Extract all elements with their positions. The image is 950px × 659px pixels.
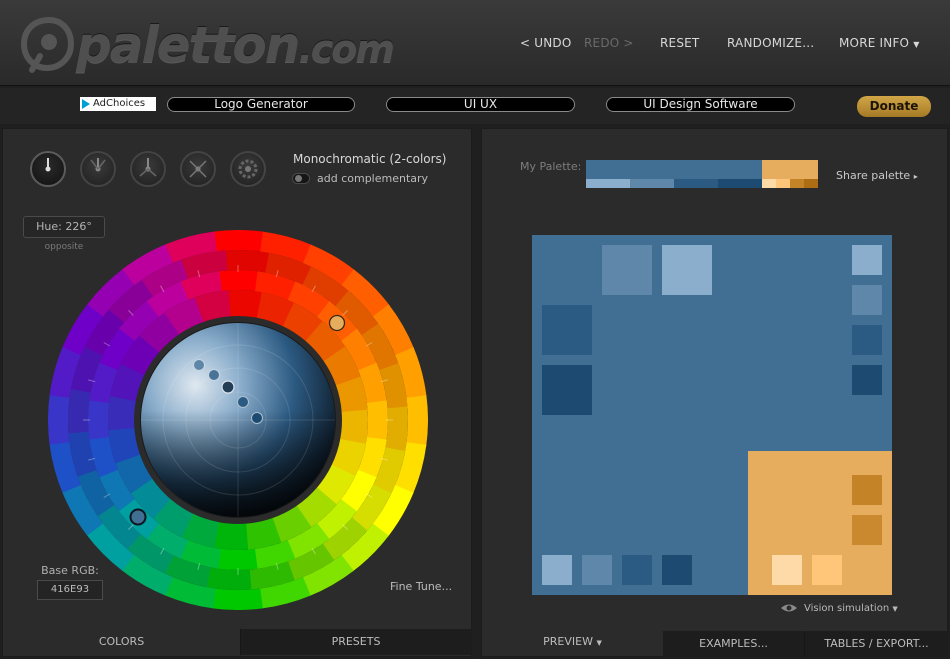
base-rgb-label: Base RGB: bbox=[41, 564, 99, 577]
triad-icon[interactable] bbox=[130, 151, 166, 187]
preview-swatch[interactable] bbox=[582, 555, 612, 585]
primary-hue-handle[interactable] bbox=[129, 508, 147, 526]
fine-tune-link[interactable]: Fine Tune... bbox=[390, 580, 452, 593]
preview-swatch[interactable] bbox=[602, 245, 652, 295]
hue-segment[interactable] bbox=[213, 522, 249, 550]
undo-button[interactable]: < UNDO bbox=[520, 36, 572, 50]
mini-primary-shade-1 bbox=[586, 179, 630, 188]
tab-preview[interactable]: PREVIEW ▼ bbox=[482, 629, 663, 655]
hue-segment[interactable] bbox=[406, 395, 428, 447]
randomize-button[interactable]: RANDOMIZE... bbox=[727, 36, 814, 50]
shade-handle-4[interactable] bbox=[251, 412, 263, 424]
preview-swatch[interactable] bbox=[542, 305, 592, 355]
ad-link-logo-generator[interactable]: Logo Generator bbox=[167, 97, 355, 112]
shade-handle-1[interactable] bbox=[193, 359, 205, 371]
mini-complement-shade-4 bbox=[804, 179, 818, 188]
preview-complement-swatch[interactable] bbox=[772, 555, 802, 585]
logo-text: paletton.com bbox=[76, 16, 395, 74]
arrow-right-icon: ▸ bbox=[913, 172, 918, 181]
adjacent-icon[interactable] bbox=[80, 151, 116, 187]
hue-segment[interactable] bbox=[205, 567, 252, 590]
preview-complement-swatch[interactable] bbox=[812, 555, 842, 585]
mono-icon[interactable] bbox=[30, 151, 66, 187]
base-color-handle[interactable] bbox=[221, 380, 235, 394]
mini-complement-shade-1 bbox=[762, 179, 776, 188]
donate-button[interactable]: Donate bbox=[857, 96, 931, 117]
adchoices-badge[interactable]: AdChoices bbox=[80, 97, 156, 111]
hue-segment[interactable] bbox=[224, 250, 271, 273]
palette-preview[interactable] bbox=[532, 235, 892, 595]
mini-palette[interactable] bbox=[586, 160, 818, 188]
mini-primary-shade-4 bbox=[718, 179, 762, 188]
hue-segment[interactable] bbox=[217, 548, 258, 570]
ad-link-ui-ux[interactable]: UI UX bbox=[386, 97, 575, 112]
hue-segment[interactable] bbox=[108, 395, 136, 431]
tab-tables-export[interactable]: TABLES / EXPORT... bbox=[804, 631, 948, 657]
complementary-toggle[interactable] bbox=[292, 173, 310, 184]
reset-button[interactable]: RESET bbox=[660, 36, 699, 50]
hue-segment[interactable] bbox=[366, 400, 389, 441]
vision-simulation-menu[interactable]: Vision simulation ▼ bbox=[780, 603, 898, 614]
header: paletton.com < UNDO REDO > RESET RANDOMI… bbox=[0, 0, 950, 86]
preview-swatch[interactable] bbox=[852, 285, 882, 315]
share-palette-link[interactable]: Share palette ▸ bbox=[836, 169, 918, 182]
logo[interactable]: paletton.com bbox=[20, 12, 395, 78]
mini-primary-shade-3 bbox=[674, 179, 718, 188]
preview-complement-swatch[interactable] bbox=[852, 515, 882, 545]
dropdown-arrow-icon: ▼ bbox=[913, 40, 920, 49]
hue-segment[interactable] bbox=[213, 230, 265, 252]
hue-segment[interactable] bbox=[385, 406, 409, 453]
scheme-mode-title: Monochromatic (2-colors) bbox=[293, 152, 447, 166]
preview-swatch[interactable] bbox=[852, 245, 882, 275]
more-info-menu[interactable]: MORE INFO ▼ bbox=[839, 36, 920, 50]
redo-button[interactable]: REDO > bbox=[584, 36, 634, 50]
dropdown-arrow-icon: ▼ bbox=[892, 605, 898, 613]
preview-swatch[interactable] bbox=[542, 555, 572, 585]
tab-presets[interactable]: PRESETS bbox=[240, 629, 471, 655]
hue-segment[interactable] bbox=[68, 387, 91, 434]
preview-complement-swatch[interactable] bbox=[852, 475, 882, 505]
mini-complement-shade-3 bbox=[790, 179, 804, 188]
tetrad-icon[interactable] bbox=[180, 151, 216, 187]
preview-swatch[interactable] bbox=[852, 365, 882, 395]
hue-segment[interactable] bbox=[211, 588, 263, 610]
preview-swatch[interactable] bbox=[622, 555, 652, 585]
free-style-icon[interactable] bbox=[230, 151, 266, 187]
tab-examples[interactable]: EXAMPLES... bbox=[663, 631, 804, 657]
mini-complement-shade-2 bbox=[776, 179, 790, 188]
my-palette-label: My Palette: bbox=[520, 160, 582, 173]
shade-handle-2[interactable] bbox=[208, 369, 220, 381]
tab-colors[interactable]: COLORS bbox=[3, 629, 240, 655]
mini-primary-swatch bbox=[586, 160, 762, 179]
adchoices-icon bbox=[82, 99, 90, 109]
preview-swatch[interactable] bbox=[662, 555, 692, 585]
mini-primary-shade-2 bbox=[630, 179, 674, 188]
hue-segment[interactable] bbox=[48, 393, 70, 445]
shade-handle-3[interactable] bbox=[237, 396, 249, 408]
eye-icon bbox=[781, 604, 797, 612]
preview-swatch[interactable] bbox=[852, 325, 882, 355]
hue-segment[interactable] bbox=[227, 290, 263, 318]
ad-link-ui-design-software[interactable]: UI Design Software bbox=[606, 97, 795, 112]
dropdown-arrow-icon: ▼ bbox=[596, 639, 602, 647]
ad-bar: AdChoices Logo Generator UI UX UI Design… bbox=[0, 88, 950, 124]
hue-segment[interactable] bbox=[88, 399, 110, 440]
hue-segment[interactable] bbox=[340, 409, 368, 445]
hue-segment[interactable] bbox=[218, 270, 259, 292]
mini-complement-swatch bbox=[762, 160, 818, 179]
complementary-toggle-label[interactable]: add complementary bbox=[317, 172, 428, 185]
complement-hue-handle[interactable] bbox=[328, 314, 346, 332]
base-rgb-input[interactable]: 416E93 bbox=[37, 580, 103, 600]
color-wheel[interactable] bbox=[48, 230, 428, 610]
paletton-logo-icon bbox=[20, 16, 75, 73]
preview-swatch[interactable] bbox=[662, 245, 712, 295]
preview-swatch[interactable] bbox=[542, 365, 592, 415]
